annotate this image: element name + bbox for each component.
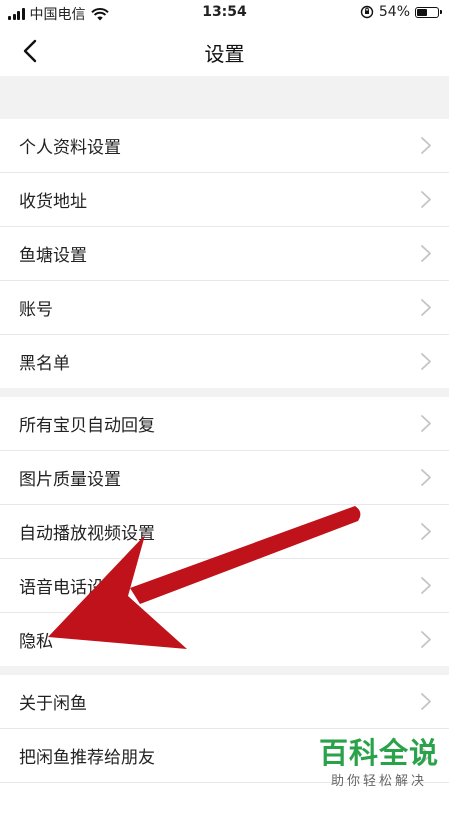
- chevron-right-icon: [421, 353, 431, 370]
- settings-row-privacy[interactable]: 隐私: [0, 613, 449, 666]
- settings-row-label: 把闲鱼推荐给朋友: [19, 748, 155, 768]
- chevron-right-icon: [421, 631, 431, 648]
- watermark-title: 百科全说: [318, 736, 439, 770]
- chevron-right-icon: [421, 469, 431, 486]
- settings-row-label: 收货地址: [19, 192, 87, 212]
- chevron-right-icon: [421, 299, 431, 316]
- battery-percent: 54%: [378, 4, 410, 20]
- settings-row-image-quality[interactable]: 图片质量设置: [0, 451, 449, 505]
- page-title: 设置: [204, 42, 245, 66]
- settings-group-general: 所有宝贝自动回复 图片质量设置 自动播放视频设置 语音电话设置 隐私: [0, 397, 449, 666]
- settings-row-label: 账号: [19, 300, 53, 320]
- settings-row-label: 个人资料设置: [19, 138, 121, 158]
- status-bar: 中国电信 13:54 54%: [0, 0, 449, 26]
- settings-row-auto-reply[interactable]: 所有宝贝自动回复: [0, 397, 449, 451]
- orientation-lock-icon: [360, 5, 374, 19]
- chevron-right-icon: [421, 245, 431, 262]
- battery-fill: [417, 8, 427, 16]
- status-bar-right: 54%: [360, 4, 442, 20]
- chevron-right-icon: [421, 137, 431, 154]
- chevron-right-icon: [421, 191, 431, 208]
- settings-row-voice-call[interactable]: 语音电话设置: [0, 559, 449, 613]
- settings-row-account[interactable]: 账号: [0, 281, 449, 335]
- settings-row-label: 图片质量设置: [19, 470, 121, 490]
- settings-row-autoplay-video[interactable]: 自动播放视频设置: [0, 505, 449, 559]
- settings-group-account: 个人资料设置 收货地址 鱼塘设置 账号 黑名单: [0, 119, 449, 388]
- chevron-right-icon: [421, 693, 431, 710]
- settings-row-fishpond[interactable]: 鱼塘设置: [0, 227, 449, 281]
- battery-icon: [415, 6, 442, 18]
- settings-row-label: 黑名单: [19, 354, 70, 374]
- settings-row-label: 隐私: [19, 632, 53, 652]
- settings-row-cutoff[interactable]: [0, 783, 449, 836]
- settings-row-about[interactable]: 关于闲鱼: [0, 675, 449, 729]
- settings-row-address[interactable]: 收货地址: [0, 173, 449, 227]
- nav-bar: 设置: [0, 26, 449, 76]
- settings-row-blacklist[interactable]: 黑名单: [0, 335, 449, 388]
- settings-row-label: 自动播放视频设置: [19, 524, 155, 544]
- settings-row-label: 关于闲鱼: [19, 694, 87, 714]
- watermark-subtitle: 助你轻松解决: [330, 774, 427, 789]
- chevron-right-icon: [421, 415, 431, 432]
- watermark-logo: 百科全说 助你轻松解决: [319, 736, 439, 789]
- settings-row-profile[interactable]: 个人资料设置: [0, 119, 449, 173]
- settings-row-label: 语音电话设置: [19, 578, 121, 598]
- settings-row-label: 鱼塘设置: [19, 246, 87, 266]
- settings-row-label: 所有宝贝自动回复: [19, 416, 155, 436]
- chevron-right-icon: [421, 577, 431, 594]
- chevron-right-icon: [421, 523, 431, 540]
